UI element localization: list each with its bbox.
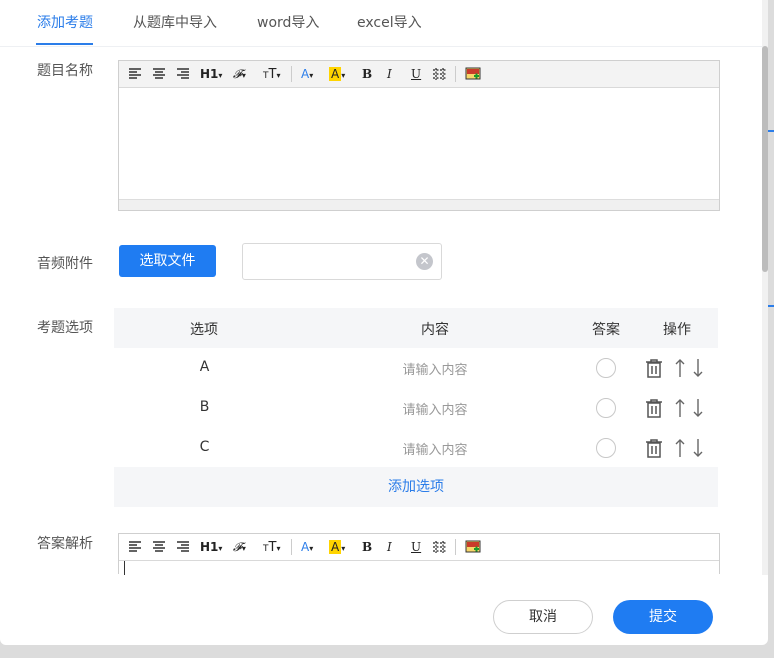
options-table-header: 选项 内容 答案 操作 <box>114 308 718 348</box>
table-row: A 请输入内容 <box>114 348 718 388</box>
font-family-icon[interactable]: 𝓕▾ <box>233 538 246 556</box>
move-up-icon[interactable] <box>675 358 685 382</box>
move-down-icon[interactable] <box>693 438 703 462</box>
editor-resize-bar <box>119 199 719 210</box>
audio-attachment-label: 音频附件 <box>37 256 93 272</box>
tab-excel-import[interactable]: excel导入 <box>357 12 422 32</box>
submit-button[interactable]: 提交 <box>613 600 713 634</box>
question-options-label: 考题选项 <box>37 320 93 336</box>
bold-icon[interactable]: B <box>362 538 372 556</box>
option-letter: A <box>199 359 210 375</box>
table-icon[interactable] <box>432 538 447 556</box>
question-title-label: 题目名称 <box>37 63 93 79</box>
add-question-dialog: 添加考题 从题库中导入 word导入 excel导入 题目名称 H1▾ 𝓕▾ T… <box>0 0 768 645</box>
question-title-editor: H1▾ 𝓕▾ TT▾ A▾ A ▾ B I U <box>118 60 720 211</box>
answer-radio[interactable] <box>596 438 616 458</box>
align-right-icon[interactable] <box>176 538 190 556</box>
option-content-input[interactable]: 请输入内容 <box>295 439 575 458</box>
highlight-icon[interactable]: A ▾ <box>329 65 345 83</box>
align-left-icon[interactable] <box>128 538 142 556</box>
trash-icon[interactable] <box>645 438 663 462</box>
clear-icon[interactable]: ✕ <box>416 253 433 270</box>
heading-icon[interactable]: H1▾ <box>200 65 222 83</box>
cancel-button[interactable]: 取消 <box>493 600 593 634</box>
tab-add-question[interactable]: 添加考题 <box>37 12 93 32</box>
add-option-button[interactable]: 添加选项 <box>114 467 718 507</box>
italic-icon[interactable]: I <box>387 65 392 83</box>
background-accent <box>768 130 774 132</box>
table-row: B 请输入内容 <box>114 388 718 428</box>
font-color-icon[interactable]: A▾ <box>301 538 313 556</box>
move-up-icon[interactable] <box>675 438 685 462</box>
option-letter: B <box>199 399 210 415</box>
underline-icon[interactable]: U <box>411 65 421 83</box>
underline-icon[interactable]: U <box>411 538 421 556</box>
editor-toolbar: H1▾ 𝓕▾ TT▾ A▾ A ▾ B I U <box>119 534 719 561</box>
move-down-icon[interactable] <box>693 398 703 422</box>
image-icon[interactable] <box>465 538 481 556</box>
table-icon[interactable] <box>432 65 447 83</box>
answer-analysis-label: 答案解析 <box>37 536 93 552</box>
option-letter: C <box>199 439 210 455</box>
align-left-icon[interactable] <box>128 65 142 83</box>
font-family-icon[interactable]: 𝓕▾ <box>233 65 246 83</box>
header-content: 内容 <box>421 322 449 338</box>
font-size-icon[interactable]: TT▾ <box>263 65 280 83</box>
header-answer: 答案 <box>592 322 620 338</box>
option-content-input[interactable]: 请输入内容 <box>295 399 575 418</box>
align-center-icon[interactable] <box>152 538 166 556</box>
answer-radio[interactable] <box>596 398 616 418</box>
answer-analysis-editor: H1▾ 𝓕▾ TT▾ A▾ A ▾ B I U <box>118 533 720 575</box>
option-content-input[interactable]: 请输入内容 <box>295 359 575 378</box>
question-title-input[interactable] <box>119 88 719 199</box>
answer-analysis-input[interactable] <box>124 561 126 575</box>
tab-import-from-bank[interactable]: 从题库中导入 <box>133 12 217 32</box>
trash-icon[interactable] <box>645 358 663 382</box>
heading-icon[interactable]: H1▾ <box>200 538 222 556</box>
align-center-icon[interactable] <box>152 65 166 83</box>
bold-icon[interactable]: B <box>362 65 372 83</box>
table-row: C 请输入内容 <box>114 428 718 468</box>
editor-toolbar: H1▾ 𝓕▾ TT▾ A▾ A ▾ B I U <box>119 61 719 88</box>
header-actions: 操作 <box>663 322 691 338</box>
move-up-icon[interactable] <box>675 398 685 422</box>
tab-word-import[interactable]: word导入 <box>257 12 319 32</box>
align-right-icon[interactable] <box>176 65 190 83</box>
answer-radio[interactable] <box>596 358 616 378</box>
image-icon[interactable] <box>465 65 481 83</box>
move-down-icon[interactable] <box>693 358 703 382</box>
tab-bar: 添加考题 从题库中导入 word导入 excel导入 <box>0 0 762 47</box>
scrollbar-thumb[interactable] <box>762 46 768 272</box>
active-tab-indicator <box>36 43 93 45</box>
italic-icon[interactable]: I <box>387 538 392 556</box>
trash-icon[interactable] <box>645 398 663 422</box>
font-color-icon[interactable]: A▾ <box>301 65 313 83</box>
highlight-icon[interactable]: A ▾ <box>329 538 345 556</box>
select-file-button[interactable]: 选取文件 <box>119 245 216 277</box>
file-name-field[interactable] <box>242 243 442 280</box>
background-accent <box>768 305 774 307</box>
font-size-icon[interactable]: TT▾ <box>263 538 280 556</box>
header-option: 选项 <box>190 322 218 338</box>
